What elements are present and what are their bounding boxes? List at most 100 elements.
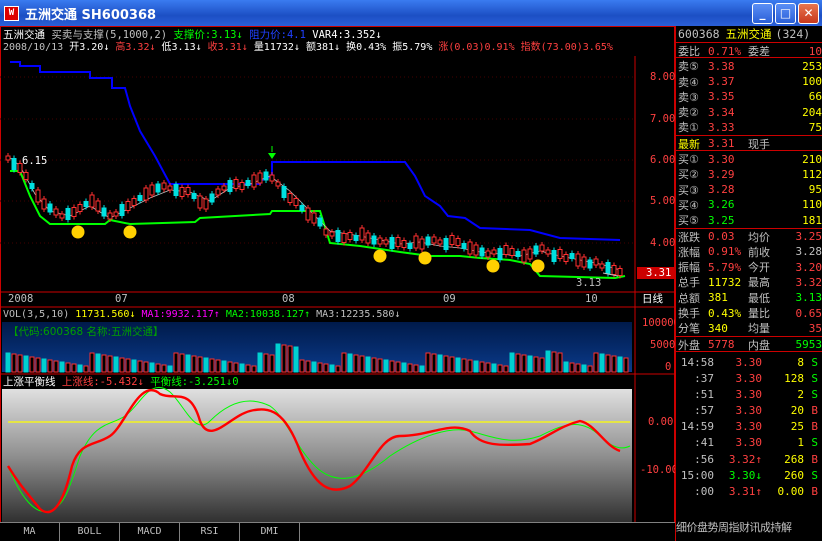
stat-row: 涨幅 0.91% 前收 3.28 [676,244,822,259]
volume-bar [11,353,17,373]
candle-body [41,198,47,210]
ask-row[interactable]: 卖② 3.34 204 [676,104,822,120]
tick-time: 14:59 [680,420,714,434]
volume-bar [449,356,455,373]
maximize-button[interactable]: □ [775,3,796,24]
volume-bar [407,363,413,373]
candle-body [401,240,407,248]
tick-row: :57 3.30 20 B [676,403,822,419]
outer-value: 5778 [708,338,735,352]
minimize-button[interactable]: _ [752,3,773,24]
volume-bar [137,360,143,373]
ask-row[interactable]: 卖④ 3.37 100 [676,74,822,89]
close-button[interactable]: ✕ [798,3,819,24]
volume-bar [245,364,251,373]
candle-body [539,244,545,252]
candle-body [317,217,323,227]
candle-body [437,239,443,245]
candle-body [35,189,41,203]
candle-body [101,207,107,217]
ask-row[interactable]: 卖③ 3.35 66 [676,89,822,104]
indicator-tabs: MA BOLL MACD RSI DMI [0,522,675,541]
vol-ma2: MA2:10038.127↑ [225,309,311,320]
tick-row: :56 3.32↑ 268 B [676,451,822,467]
bids-price: 3.28 [708,183,735,197]
volume-bar [371,357,377,373]
time-tick-09: 09 [443,293,456,305]
candle-body [461,243,467,249]
volume-bar [383,359,389,373]
bid-row[interactable]: 买② 3.29 112 [676,166,822,182]
vol-info-text: 【代码:600368 名称:五洲交通】 [8,326,164,338]
close-value: 收3.31↓ [207,42,248,53]
stat-row: 换手 0.43% 量比 0.65 [676,305,822,321]
price-tick-7: 7.00 [650,113,676,125]
stat-row: 总手 11732 最高 3.32 [676,274,822,290]
volume-bar [521,354,527,373]
tab-macd[interactable]: MACD [120,523,180,541]
candle-body [125,201,131,211]
bids-label: 买⑤ [678,214,699,228]
high-annotation: 6.15 [22,155,48,167]
tab-dmi[interactable]: DMI [240,523,300,541]
tick-volume: 2 [797,387,804,401]
volume-bar [17,354,23,373]
amount-value: 额381↓ [305,42,341,53]
tick-time: :56 [694,452,714,466]
candle-body [251,174,257,188]
arrow-down-marker [268,153,276,159]
bid-row[interactable]: 买③ 3.28 95 [676,182,822,197]
candle-body [23,172,29,180]
tick-row: 14:58 3.30 8 S [676,354,822,370]
stat-label: 涨跌 [678,230,700,244]
stats-list: 涨跌 0.03 均价 3.25 涨幅 0.91% 前收 3.28 振幅 5.79% … [676,229,822,337]
volume-bar [251,365,257,373]
stat-label: 换手 [678,307,700,321]
tab-boll[interactable]: BOLL [60,523,120,541]
tick-price: 3.30 [735,404,763,418]
asks-price: 3.38 [708,59,735,73]
candle-body [479,247,485,257]
stat-label-2: 最高 [748,276,770,290]
volume-bar [479,361,485,373]
candle-body [263,171,269,181]
volume-bar [41,358,47,373]
stat-row: 涨跌 0.03 均价 3.25 [676,229,822,244]
candle-body [587,259,593,269]
stat-label-2: 均价 [748,230,770,244]
time-tick-07: 07 [115,293,128,305]
volume-bar [575,363,581,373]
volume-bar [323,363,329,373]
chart-area[interactable]: 五洲交通 买卖与支撑(5,1000,2) 支撑价:3.13↓ 阻力价:4.1 V… [0,26,682,541]
tick-volume: 25 [790,420,804,434]
volume-bar [503,365,509,373]
tick-time: :57 [694,404,714,418]
volume-bar [185,354,191,373]
volume-bar [335,365,341,373]
tick-price: 3.30 [735,355,763,369]
stat-row: 振幅 5.79% 今开 3.20 [676,259,822,275]
ask-row[interactable]: 卖① 3.33 75 [676,119,822,135]
candle-body [95,200,101,212]
stat-value-2: 0.65 [795,306,822,320]
open-value: 开3.20↓ [69,42,110,53]
outer-label: 外盘 [678,338,700,352]
panel-bottom-tabs[interactable]: 细价盘势周指财讯成持解 [676,522,792,534]
candle-body [131,198,137,206]
period-label[interactable]: 日线 [642,293,663,305]
tab-ma[interactable]: MA [0,523,60,541]
asks-price: 3.33 [708,120,735,134]
bid-row[interactable]: 买⑤ 3.25 181 [676,212,822,228]
bids-volume: 95 [808,183,822,197]
bids-label: 买② [678,168,699,182]
bid-row[interactable]: 买① 3.30 210 [676,151,822,167]
volume-bar [167,365,173,373]
app-icon: W [4,5,19,21]
candle-body [413,235,419,249]
title-bar: W 五洲交通 SH600368 _ □ ✕ [0,0,822,26]
tick-row: 15:00 3.30↓ 260 S [676,467,822,483]
tab-rsi[interactable]: RSI [180,523,240,541]
bid-row[interactable]: 买④ 3.26 110 [676,197,822,212]
candle-body [119,204,125,216]
ask-row[interactable]: 卖⑤ 3.38 253 [676,58,822,74]
